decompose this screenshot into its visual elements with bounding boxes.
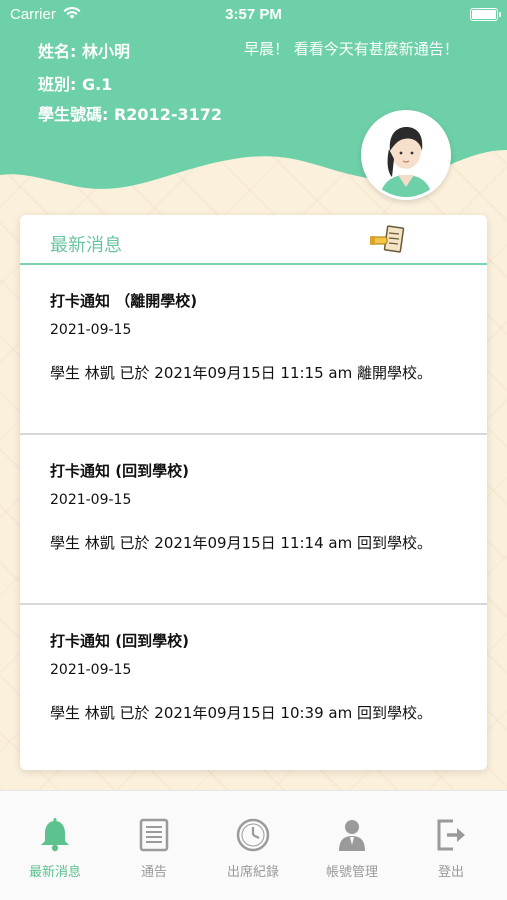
header: Carrier 3:57 PM 姓名: 林小明 班別: G.1 學生號碼: R2… [0, 0, 507, 230]
student-name: 姓名: 林小明 [38, 42, 130, 61]
student-avatar-icon [364, 113, 448, 197]
tab-logout[interactable]: 登出 [401, 817, 501, 880]
message-date: 2021-09-15 [50, 662, 132, 678]
tab-account[interactable]: 帳號管理 [302, 817, 402, 880]
news-card-title: 最新消息 [50, 235, 122, 256]
clock-time: 3:57 PM [225, 6, 282, 23]
tab-label: 出席紀錄 [226, 865, 279, 880]
avatar[interactable] [361, 110, 451, 200]
user-icon [339, 820, 365, 851]
battery-icon [470, 8, 501, 21]
message-body: 學生 林凱 已於 2021年09月15日 10:39 am 回到學校。 [50, 704, 432, 722]
message-title: 打卡通知 (回到學校) [50, 632, 189, 650]
message-body: 學生 林凱 已於 2021年09月15日 11:15 am 離開學校。 [50, 364, 432, 382]
notice-board-icon [370, 225, 405, 253]
tab-label: 最新消息 [28, 865, 81, 880]
tab-attendance[interactable]: 出席紀錄 [203, 817, 303, 880]
tab-notices[interactable]: 通告 [104, 817, 204, 880]
list-item[interactable]: 打卡通知 （離開學校) 2021-09-15 學生 林凱 已於 2021年09月… [20, 265, 487, 435]
tab-news[interactable]: 最新消息 [5, 817, 105, 880]
tab-label: 通告 [140, 865, 167, 880]
tab-label: 登出 [437, 865, 464, 880]
message-body: 學生 林凱 已於 2021年09月15日 11:14 am 回到學校。 [50, 534, 432, 552]
message-date: 2021-09-15 [50, 322, 132, 338]
message-title: 打卡通知 （離開學校) [50, 292, 198, 310]
student-class: 班別: G.1 [38, 75, 113, 94]
message-date: 2021-09-15 [50, 492, 132, 508]
news-card-header: 最新消息 [20, 215, 487, 265]
clock-icon [236, 818, 270, 852]
student-id: 學生號碼: R2012-3172 [38, 105, 222, 124]
document-icon [139, 818, 169, 852]
tab-bar: 最新消息 通告 出席紀錄 帳號管理 登出 [0, 790, 507, 900]
tab-label: 帳號管理 [325, 865, 378, 880]
message-title: 打卡通知 (回到學校) [50, 462, 189, 480]
list-item[interactable]: 打卡通知 (回到學校) 2021-09-15 學生 林凱 已於 2021年09月… [20, 435, 487, 605]
bell-icon [41, 818, 69, 852]
list-item[interactable]: 打卡通知 (回到學校) 2021-09-15 學生 林凱 已於 2021年09月… [20, 605, 487, 770]
greeting-text: 早晨！ 看看今天有甚麼新通告！ [244, 40, 459, 58]
logout-icon [437, 819, 465, 851]
status-bar: Carrier 3:57 PM [0, 0, 507, 30]
news-card: 最新消息 打卡通知 （離開學校) 2021-09-15 學生 林凱 已於 202… [20, 215, 487, 770]
